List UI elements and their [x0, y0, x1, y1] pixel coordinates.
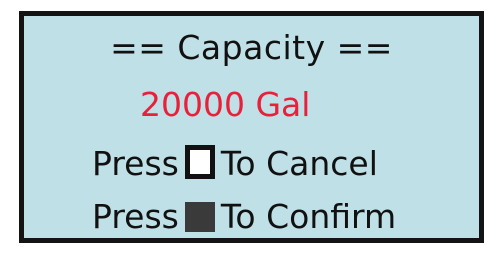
lcd-screen: == Capacity == 20000 Gal Press To Cancel … [19, 11, 484, 243]
dark-square-key-icon [184, 202, 215, 232]
white-square-key-icon [184, 145, 215, 179]
cancel-press-label: Press [92, 144, 179, 183]
confirm-instruction: Press To Confirm [92, 200, 396, 233]
cancel-action-label: To Cancel [220, 144, 378, 183]
screen-title: == Capacity == [110, 28, 393, 67]
capacity-value: 20000 Gal [140, 85, 311, 124]
cancel-instruction: Press To Cancel [92, 145, 378, 180]
confirm-action-label: To Confirm [220, 197, 397, 236]
confirm-press-label: Press [92, 197, 179, 236]
